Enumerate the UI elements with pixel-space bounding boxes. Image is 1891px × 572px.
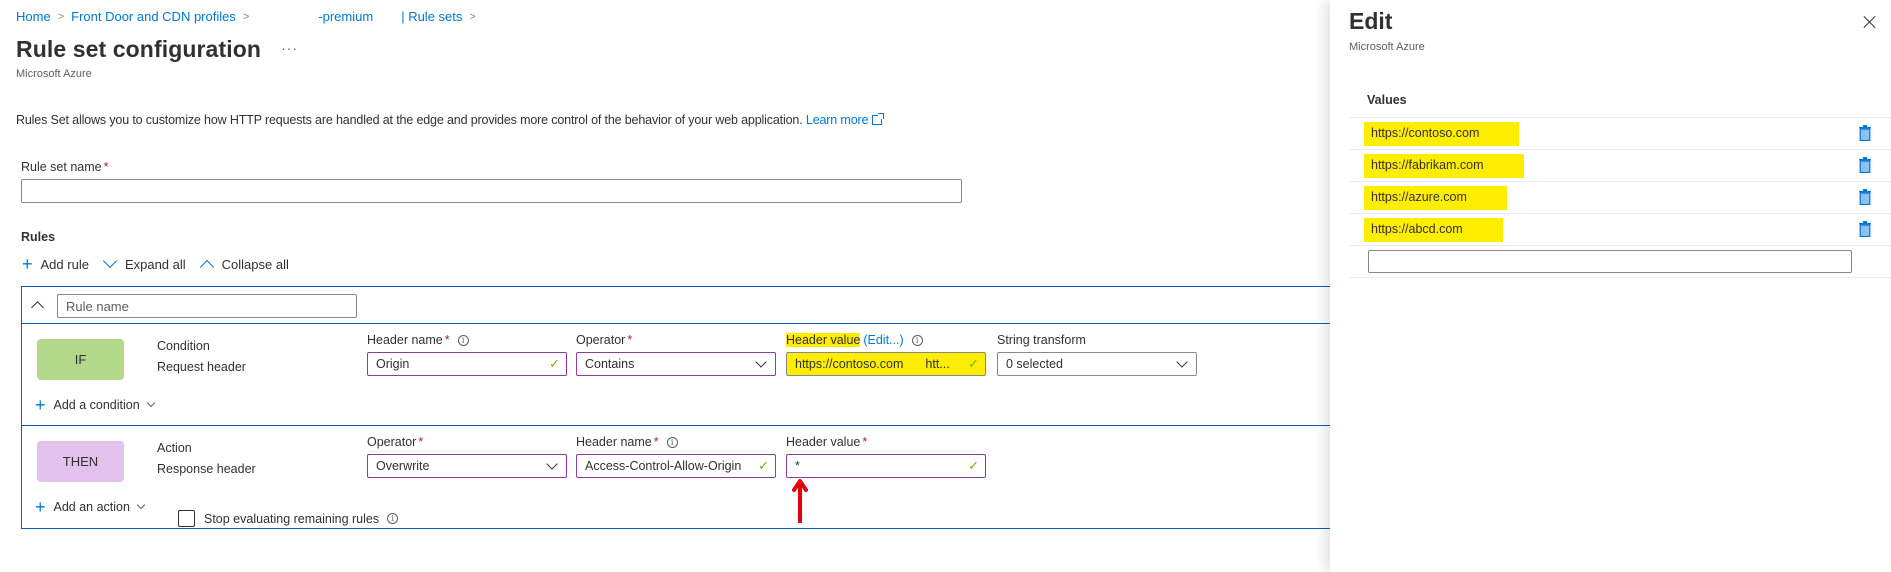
trash-icon[interactable] <box>1858 125 1872 141</box>
description-text: Rules Set allows you to customize how HT… <box>16 113 803 127</box>
plus-icon: + <box>22 254 33 274</box>
value-row: https://azure.com <box>1350 182 1891 214</box>
panel-subtitle: Microsoft Azure <box>1349 41 1425 53</box>
then-badge: THEN <box>37 441 124 482</box>
chevron-down-icon <box>546 458 558 470</box>
new-value-row <box>1350 246 1891 278</box>
add-condition-button[interactable]: + Add a condition <box>35 395 155 415</box>
breadcrumb-separator-icon: > <box>57 10 65 23</box>
rule-set-name-label: Rule set name * <box>21 160 109 174</box>
more-options-button[interactable]: ··· <box>281 40 298 56</box>
stop-evaluating-checkbox[interactable]: Stop evaluating remaining rules i <box>178 510 399 527</box>
trash-icon[interactable] <box>1858 221 1872 237</box>
action-kind: Action Response header <box>157 441 256 476</box>
add-action-button[interactable]: + Add an action <box>35 497 146 517</box>
rule-name-input[interactable] <box>57 294 357 318</box>
rules-toolbar: + Add rule Expand all Collapse all <box>22 253 305 275</box>
panel-title: Edit <box>1349 8 1393 34</box>
rule-set-name-input[interactable] <box>21 179 962 203</box>
rules-section-label: Rules <box>21 230 56 244</box>
condition-header-value-input[interactable]: https://contoso.com htt... ✓ <box>786 352 986 376</box>
breadcrumb-home[interactable]: Home <box>16 9 51 24</box>
chevron-down-icon <box>755 356 767 368</box>
breadcrumb: Home > Front Door and CDN profiles > -pr… <box>16 9 483 24</box>
chevron-up-icon <box>199 259 214 275</box>
chevron-down-icon <box>146 398 155 408</box>
checkbox[interactable] <box>178 510 195 527</box>
expand-all-button[interactable]: Expand all <box>102 253 186 272</box>
values-header: Values <box>1367 93 1407 107</box>
page-title: Rule set configuration <box>16 36 261 62</box>
breadcrumb-front-door-profiles[interactable]: Front Door and CDN profiles <box>71 9 236 24</box>
condition-operator-dropdown[interactable]: Contains <box>576 352 776 376</box>
breadcrumb-separator-icon: > <box>242 10 250 23</box>
action-operator-dropdown[interactable]: Overwrite <box>367 454 567 478</box>
edit-panel: Edit Microsoft Azure Values https://cont… <box>1330 0 1891 572</box>
action-header-value-field: Header value * * ✓ <box>786 434 986 478</box>
plus-icon: + <box>35 395 46 415</box>
value-text[interactable]: https://fabrikam.com <box>1364 153 1524 178</box>
checkmark-icon: ✓ <box>549 356 560 371</box>
action-header-name-input[interactable]: Access-Control-Allow-Origin ✓ <box>576 454 776 478</box>
value-row: https://fabrikam.com <box>1350 150 1891 182</box>
chevron-down-icon <box>102 253 118 269</box>
value-text[interactable]: https://abcd.com <box>1364 217 1503 242</box>
edit-values-link[interactable]: (Edit...) <box>863 333 903 347</box>
condition-header-value-field: Header value (Edit...) i https://contoso… <box>786 332 986 376</box>
breadcrumb-separator-icon: > <box>469 10 476 23</box>
chevron-down-icon <box>136 500 146 510</box>
action-header-value-input[interactable]: * ✓ <box>786 454 986 478</box>
info-icon[interactable]: i <box>666 436 678 448</box>
rule-card-header <box>22 287 1420 324</box>
condition-header-name-field: Header name * i Origin ✓ <box>367 332 567 376</box>
action-operator-field: Operator * Overwrite <box>367 434 567 478</box>
plus-icon: + <box>35 497 46 517</box>
checkmark-icon: ✓ <box>968 356 979 371</box>
description: Rules Set allows you to customize how HT… <box>16 113 885 127</box>
info-icon[interactable]: i <box>387 513 399 524</box>
breadcrumb-rule-sets[interactable]: | Rule sets <box>401 9 462 24</box>
value-text[interactable]: https://azure.com <box>1364 185 1507 210</box>
trash-icon[interactable] <box>1858 157 1872 173</box>
string-transform-field: String transform 0 selected <box>997 332 1197 376</box>
learn-more-link[interactable]: Learn more <box>806 113 885 127</box>
condition-header-name-input[interactable]: Origin ✓ <box>367 352 567 376</box>
value-text[interactable]: https://contoso.com <box>1364 121 1520 146</box>
annotation-arrow-icon <box>792 479 808 523</box>
page-subtitle: Microsoft Azure <box>16 68 92 80</box>
new-value-input[interactable] <box>1368 250 1852 273</box>
condition-kind: Condition Request header <box>157 339 246 374</box>
value-row: https://contoso.com <box>1350 118 1891 150</box>
condition-section: IF Condition Request header Header name *… <box>22 324 1420 426</box>
if-badge: IF <box>37 339 124 380</box>
trash-icon[interactable] <box>1858 189 1872 205</box>
condition-operator-field: Operator * Contains <box>576 332 776 376</box>
add-rule-button[interactable]: + Add rule <box>22 255 89 273</box>
required-marker: * <box>103 160 109 174</box>
action-header-name-field: Header name * i Access-Control-Allow-Orig… <box>576 434 776 478</box>
breadcrumb-profile[interactable]: -premium <box>318 9 373 24</box>
external-link-icon <box>872 113 885 125</box>
checkmark-icon: ✓ <box>968 458 979 473</box>
chevron-up-icon[interactable] <box>31 301 44 314</box>
value-row: https://abcd.com <box>1350 214 1891 246</box>
values-list: https://contoso.com https://fabrikam.com… <box>1350 117 1891 278</box>
string-transform-dropdown[interactable]: 0 selected <box>997 352 1197 376</box>
close-icon[interactable] <box>1862 14 1878 30</box>
info-icon[interactable]: i <box>911 334 923 346</box>
rule-card: IF Condition Request header Header name*… <box>21 286 1421 529</box>
action-section: THEN Action Response header Operator * Ov… <box>22 426 1420 529</box>
collapse-all-button[interactable]: Collapse all <box>199 257 289 275</box>
checkmark-icon: ✓ <box>758 458 769 473</box>
chevron-down-icon <box>1176 356 1188 368</box>
info-icon[interactable]: i <box>457 334 469 346</box>
